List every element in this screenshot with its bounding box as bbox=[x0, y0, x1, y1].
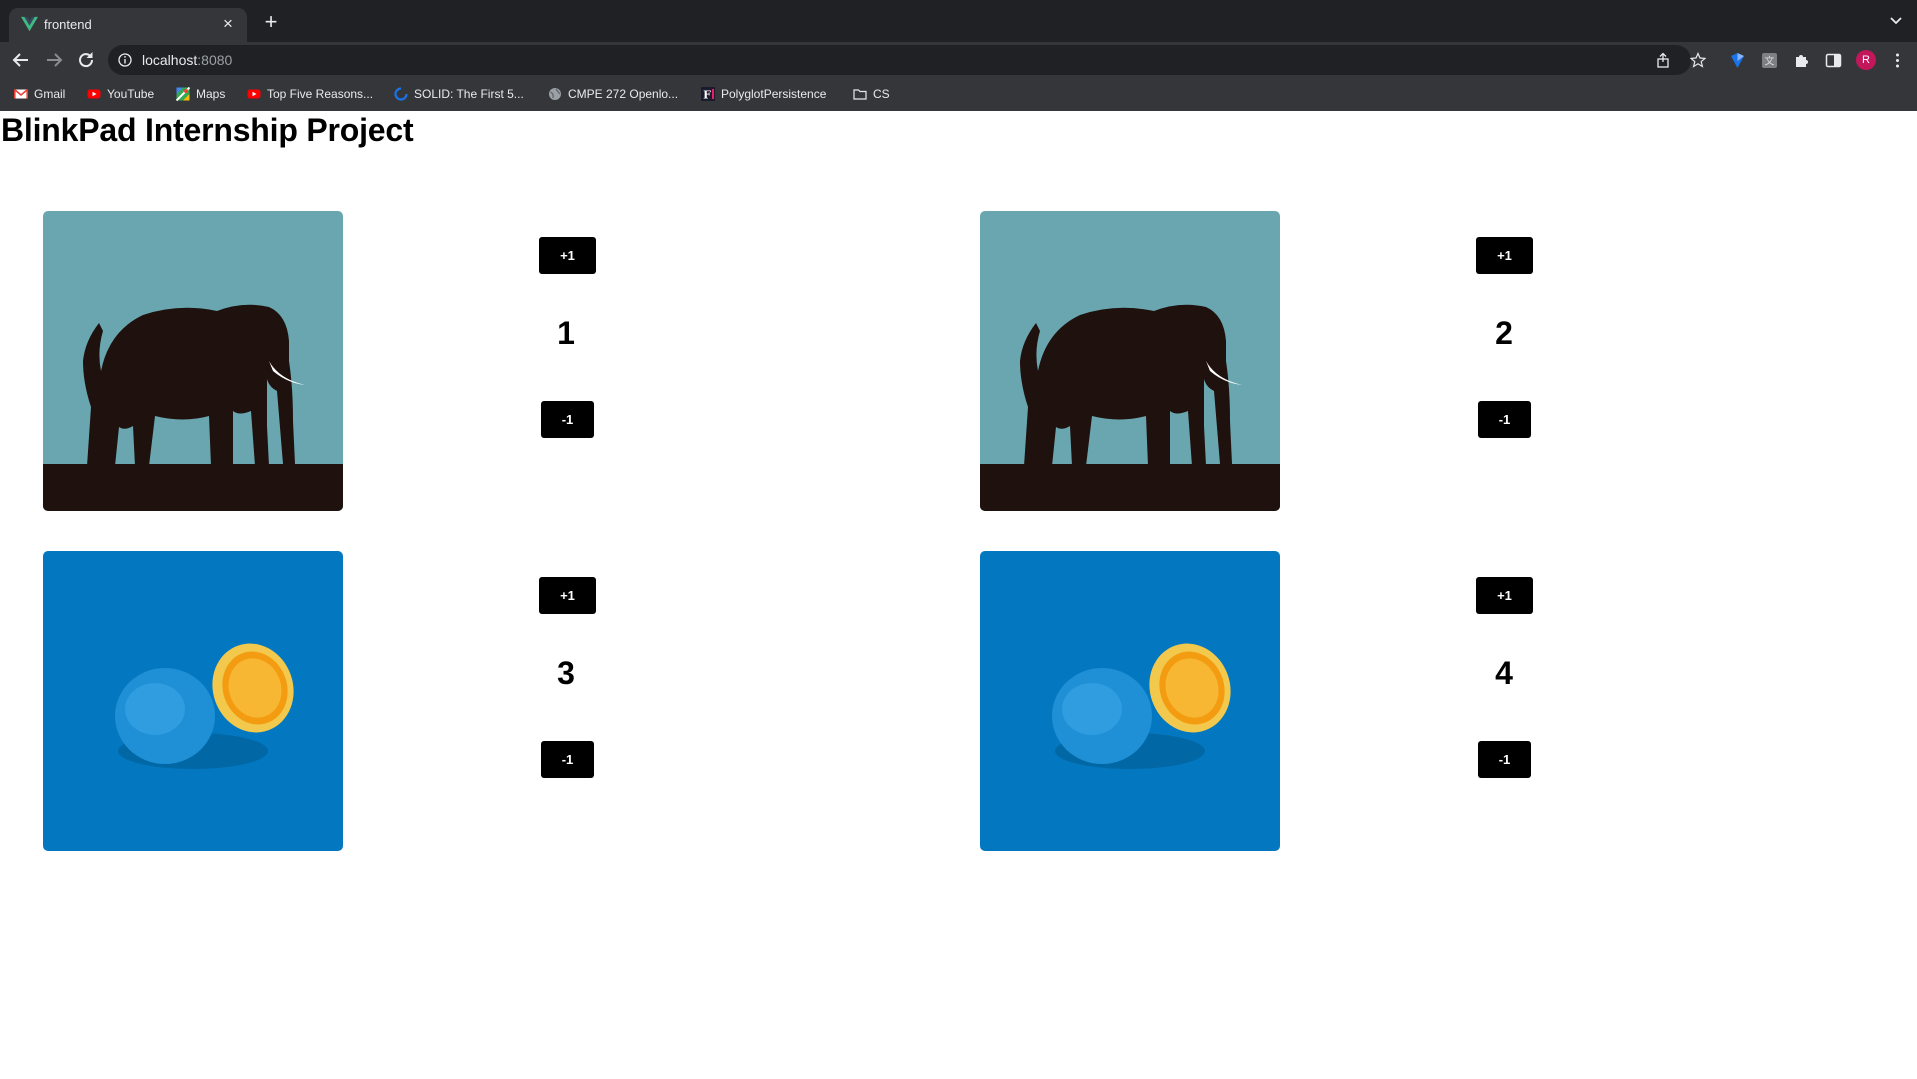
elephant-silhouette-icon bbox=[980, 211, 1280, 511]
page-content: BlinkPad Internship Project +1 1 -1 +1 2… bbox=[0, 111, 1917, 1079]
info-icon[interactable] bbox=[118, 53, 132, 67]
address-bar[interactable]: localhost:8080 bbox=[108, 45, 1691, 75]
bookmarks-bar: Gmail YouTube Maps Top Five Reasons... S… bbox=[0, 82, 1917, 106]
vue-icon bbox=[21, 16, 38, 32]
decrement-button[interactable]: -1 bbox=[1478, 401, 1531, 438]
site-icon bbox=[394, 87, 408, 101]
gmail-icon bbox=[14, 88, 28, 99]
tab-strip: frontend × + bbox=[0, 0, 1917, 42]
elephant-image bbox=[980, 211, 1280, 511]
orange-image bbox=[980, 551, 1280, 851]
tab-title: frontend bbox=[44, 17, 92, 32]
profile-avatar[interactable]: R bbox=[1856, 50, 1876, 70]
blue-orange-icon bbox=[43, 551, 343, 851]
folder-icon bbox=[853, 89, 867, 100]
browser-chrome: frontend × + localhost:8080 文 R Gmail Yo… bbox=[0, 0, 1917, 111]
share-icon[interactable] bbox=[1655, 52, 1671, 68]
bookmark-polyglot-persistence[interactable]: F PolyglotPersistence bbox=[701, 84, 826, 104]
bookmark-folder-cs[interactable]: CS bbox=[853, 84, 890, 104]
blue-orange-icon bbox=[980, 551, 1280, 851]
decrement-button[interactable]: -1 bbox=[541, 741, 594, 778]
bookmark-youtube[interactable]: YouTube bbox=[87, 84, 154, 104]
orange-image bbox=[43, 551, 343, 851]
count-value: 3 bbox=[557, 655, 575, 691]
star-bookmark-icon[interactable] bbox=[1690, 52, 1706, 68]
browser-tab[interactable]: frontend × bbox=[9, 8, 247, 42]
tab-search-chevron-icon[interactable] bbox=[1889, 14, 1903, 28]
increment-button[interactable]: +1 bbox=[1476, 577, 1533, 614]
increment-button[interactable]: +1 bbox=[539, 237, 596, 274]
increment-button[interactable]: +1 bbox=[1476, 237, 1533, 274]
svg-text:F: F bbox=[703, 89, 711, 102]
count-value: 1 bbox=[557, 315, 575, 351]
svg-text:文: 文 bbox=[1765, 55, 1775, 68]
url-text[interactable]: localhost:8080 bbox=[142, 52, 232, 68]
extension-gray-icon[interactable]: 文 bbox=[1761, 52, 1778, 69]
browser-toolbar: localhost:8080 文 R bbox=[0, 42, 1917, 78]
youtube-icon bbox=[87, 89, 101, 99]
increment-button[interactable]: +1 bbox=[539, 577, 596, 614]
extension-blue-shield-icon[interactable] bbox=[1729, 52, 1746, 69]
back-arrow-icon[interactable] bbox=[10, 49, 32, 71]
extensions-puzzle-icon[interactable] bbox=[1793, 52, 1810, 69]
elephant-silhouette-icon bbox=[43, 211, 343, 511]
page-title: BlinkPad Internship Project bbox=[1, 112, 414, 148]
elephant-image bbox=[43, 211, 343, 511]
decrement-button[interactable]: -1 bbox=[1478, 741, 1531, 778]
forward-arrow-icon[interactable] bbox=[43, 49, 65, 71]
side-panel-icon[interactable] bbox=[1825, 52, 1842, 69]
bookmark-cmpe-272[interactable]: CMPE 272 Openlo... bbox=[548, 84, 678, 104]
globe-icon bbox=[549, 88, 561, 100]
bookmark-top-five-reasons[interactable]: Top Five Reasons... bbox=[247, 84, 373, 104]
bookmark-solid[interactable]: SOLID: The First 5... bbox=[394, 84, 524, 104]
close-tab-icon[interactable]: × bbox=[219, 15, 237, 33]
bookmark-maps[interactable]: Maps bbox=[176, 84, 225, 104]
reload-icon[interactable] bbox=[75, 49, 97, 71]
decrement-button[interactable]: -1 bbox=[541, 401, 594, 438]
count-value: 4 bbox=[1495, 655, 1513, 691]
bookmark-gmail[interactable]: Gmail bbox=[14, 84, 65, 104]
new-tab-icon[interactable]: + bbox=[262, 11, 280, 33]
youtube-icon bbox=[247, 89, 261, 99]
count-value: 2 bbox=[1495, 315, 1513, 351]
menu-kebab-icon[interactable] bbox=[1889, 52, 1906, 69]
f-icon: F bbox=[701, 87, 715, 101]
maps-icon bbox=[176, 87, 190, 101]
